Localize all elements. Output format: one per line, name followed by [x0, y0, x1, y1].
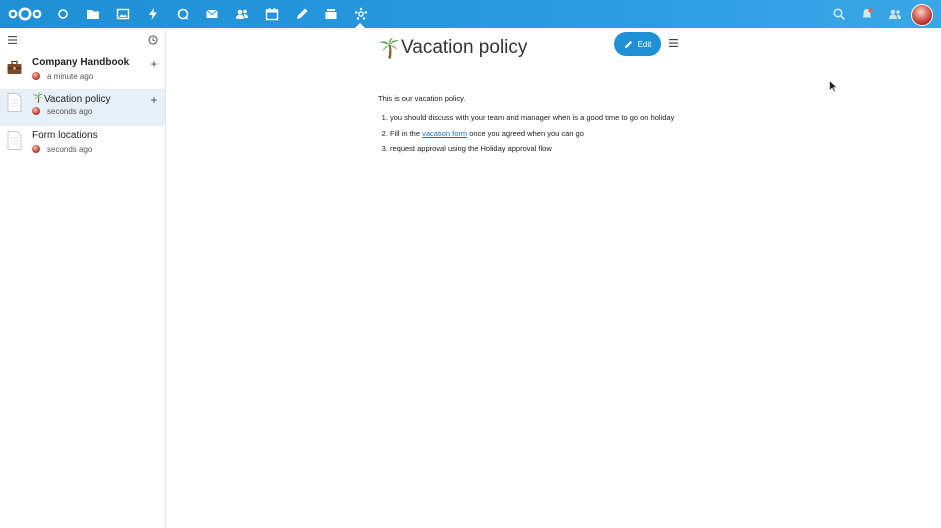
list-item: you should discuss with your team and ma… — [390, 113, 674, 122]
edit-button[interactable]: Edit — [614, 32, 661, 56]
page-actions-menu-icon[interactable] — [669, 38, 679, 48]
page-title-text: Vacation policy — [401, 37, 528, 58]
add-page-button[interactable]: + — [148, 94, 160, 106]
collection-title: Vacation policy — [32, 92, 111, 105]
collection-title: Form locations — [32, 130, 98, 141]
search-icon[interactable] — [832, 7, 846, 21]
page-content: This is our vacation policy. you should … — [378, 94, 674, 160]
intro-paragraph: This is our vacation policy. — [378, 94, 466, 103]
sidebar-item-vacation-policy[interactable]: Vacation policy seconds ago + — [0, 89, 165, 126]
add-page-button[interactable]: + — [148, 58, 160, 70]
dashboard-icon[interactable] — [55, 6, 71, 22]
editor-avatar — [32, 107, 40, 115]
header-bar — [0, 0, 941, 28]
collectives-sidebar: Company Handbook a minute ago + Vacation… — [0, 28, 166, 528]
active-app-indicator — [355, 23, 365, 28]
user-avatar[interactable] — [911, 4, 933, 26]
last-edit-time: seconds ago — [47, 106, 93, 116]
last-edit-time: seconds ago — [47, 144, 93, 154]
sidebar-item-form-locations[interactable]: Form locations seconds ago — [0, 127, 165, 164]
mail-icon[interactable] — [204, 6, 220, 22]
last-edit-info: seconds ago — [32, 106, 92, 116]
page-title: Vacation policy — [378, 35, 527, 61]
contacts-menu-icon[interactable] — [888, 7, 902, 21]
editor-avatar — [32, 72, 40, 80]
palm-tree-emoji-icon — [379, 37, 400, 59]
notifications-icon[interactable] — [860, 7, 874, 21]
policy-list: you should discuss with your team and ma… — [378, 113, 674, 153]
edit-button-label: Edit — [637, 39, 652, 49]
hamburger-icon[interactable] — [8, 36, 17, 44]
briefcase-icon — [7, 60, 22, 74]
mouse-cursor-icon — [829, 80, 837, 92]
vacation-form-link[interactable]: vacation form — [422, 129, 467, 138]
collection-title-text: Vacation policy — [44, 94, 111, 105]
deck-icon[interactable] — [323, 6, 339, 22]
page-icon — [7, 93, 22, 112]
collection-title: Company Handbook — [32, 57, 130, 68]
sidebar-toolbar — [0, 28, 165, 52]
editor-avatar — [32, 145, 40, 153]
calendar-icon[interactable] — [264, 6, 280, 22]
talk-icon[interactable] — [175, 6, 191, 22]
recent-pages-icon[interactable] — [148, 35, 158, 45]
page-icon — [7, 131, 22, 150]
sidebar-item-company-handbook[interactable]: Company Handbook a minute ago + — [0, 54, 165, 91]
contacts-icon[interactable] — [234, 6, 250, 22]
list-item-text: once you agreed when you can go — [467, 128, 584, 138]
last-edit-info: seconds ago — [32, 144, 92, 154]
list-item: Fill in the vacation form once you agree… — [390, 129, 674, 138]
list-item: request approval using the Holiday appro… — [390, 144, 674, 153]
collectives-icon[interactable] — [353, 6, 369, 22]
photos-icon[interactable] — [115, 6, 131, 22]
palm-tree-emoji-icon — [32, 92, 44, 103]
nextcloud-logo[interactable] — [8, 6, 42, 22]
list-item-text: Fill in the — [390, 128, 423, 138]
pencil-icon — [624, 40, 632, 48]
last-edit-time: a minute ago — [47, 71, 94, 81]
files-icon[interactable] — [85, 6, 101, 22]
notes-icon[interactable] — [294, 6, 310, 22]
last-edit-info: a minute ago — [32, 71, 93, 81]
activity-icon[interactable] — [145, 6, 161, 22]
